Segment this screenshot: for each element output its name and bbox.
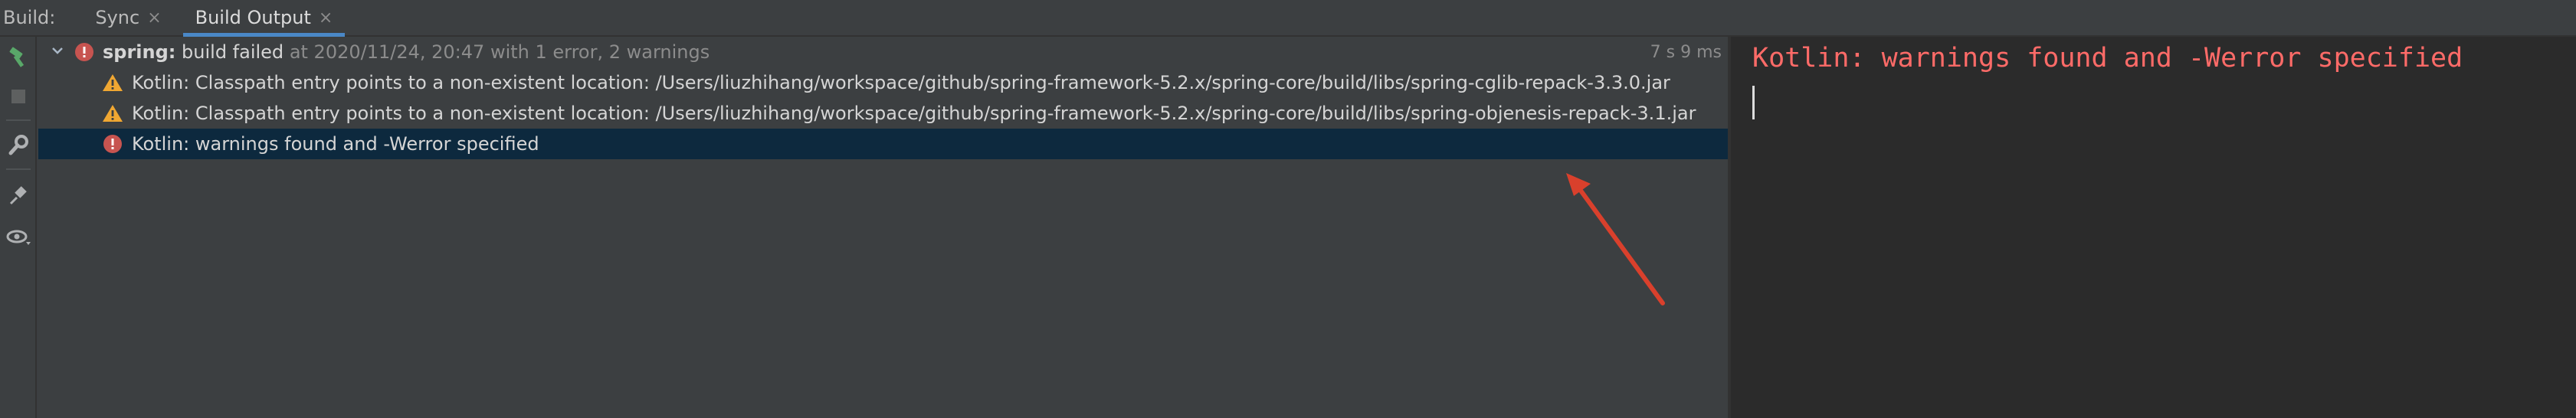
tool-window-label: Build: — [3, 7, 56, 28]
console-error-message: Kotlin: warnings found and -Werror speci… — [1752, 43, 2463, 73]
wrench-icon[interactable] — [5, 132, 32, 159]
message-text: Kotlin: Classpath entry points to a non-… — [132, 72, 1670, 93]
toolbar-divider — [6, 119, 31, 121]
tab-sync[interactable]: Sync × — [83, 0, 173, 36]
eye-icon[interactable] — [5, 224, 32, 251]
build-summary: spring: build failed at 2020/11/24, 20:4… — [103, 41, 710, 63]
warning-icon — [101, 102, 124, 125]
close-icon[interactable]: × — [319, 8, 333, 28]
console-output[interactable]: Kotlin: warnings found and -Werror speci… — [1731, 37, 2576, 418]
tab-label: Sync — [95, 7, 140, 28]
build-output-tree: spring: build failed at 2020/11/24, 20:4… — [38, 37, 1728, 418]
tab-label: Build Output — [195, 7, 311, 28]
project-name: spring: — [103, 41, 176, 63]
warning-message-row[interactable]: Kotlin: Classpath entry points to a non-… — [38, 67, 1728, 98]
annotation-arrow-icon — [1566, 173, 1665, 305]
error-message-row[interactable]: Kotlin: warnings found and -Werror speci… — [38, 129, 1728, 159]
tool-window-header: Build: Sync × Build Output × — [0, 0, 2576, 38]
message-text: Kotlin: warnings found and -Werror speci… — [132, 133, 539, 155]
build-root-node[interactable]: spring: build failed at 2020/11/24, 20:4… — [38, 37, 1728, 67]
tab-build-output[interactable]: Build Output × — [182, 0, 346, 38]
text-caret — [1752, 86, 1755, 119]
chevron-down-icon[interactable] — [51, 43, 64, 62]
build-duration: 7 s 9 ms — [1650, 42, 1722, 62]
message-text: Kotlin: Classpath entry points to a non-… — [132, 103, 1696, 124]
error-icon — [73, 41, 96, 64]
stop-icon[interactable] — [5, 83, 32, 110]
hammer-icon[interactable] — [5, 43, 32, 70]
toolbar-divider — [6, 168, 31, 170]
build-status: build failed — [182, 41, 284, 63]
error-icon — [101, 132, 124, 155]
build-detail: at 2020/11/24, 20:47 with 1 error, 2 war… — [289, 41, 710, 63]
build-toolbar — [0, 37, 37, 418]
close-icon[interactable]: × — [147, 8, 161, 28]
pin-icon[interactable] — [5, 182, 32, 210]
warning-icon — [101, 71, 124, 94]
warning-message-row[interactable]: Kotlin: Classpath entry points to a non-… — [38, 98, 1728, 129]
